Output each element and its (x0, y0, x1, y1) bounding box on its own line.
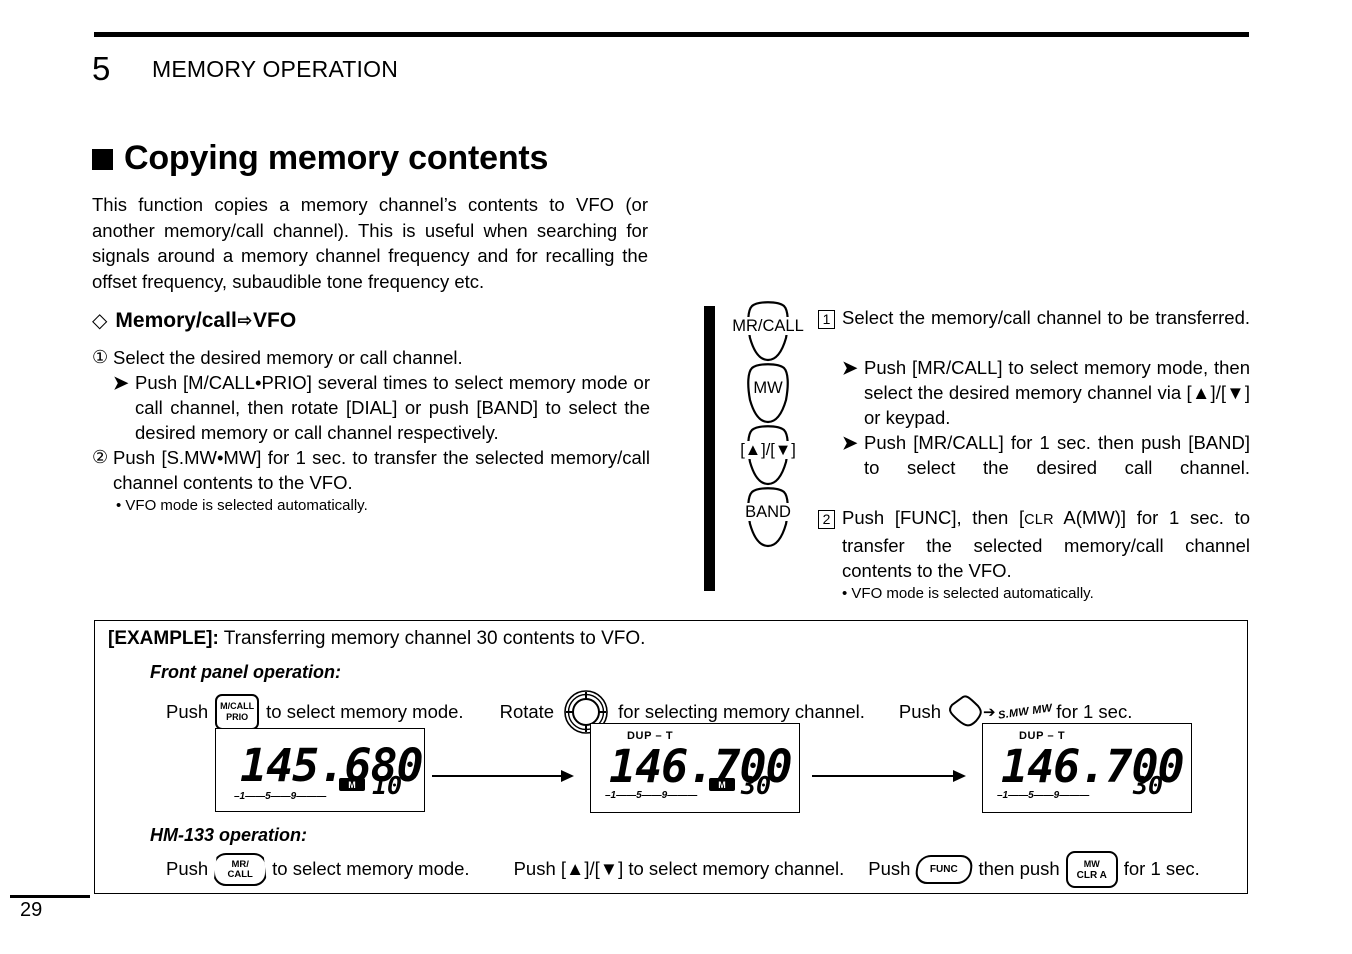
manual-page: 5 MEMORY OPERATION Copying memory conten… (0, 0, 1352, 954)
right-step-2-text-a: Push [FUNC], then [ (842, 507, 1025, 528)
diagram-vertical-bar (704, 306, 715, 591)
hm133-push-2: Push [▲]/[▼] to select memory channel. (513, 858, 845, 880)
func-label: FUNC (930, 863, 959, 875)
step-2-text: Push [S.MW•MW] for 1 sec. to transfer th… (113, 447, 650, 493)
subsection-heading-post: VFO (253, 309, 297, 332)
arrow-bullet-icon: ➤ (842, 357, 858, 378)
step-1-sub-1-text: Push [M/CALL•PRIO] several times to sele… (135, 372, 650, 443)
page-number: 29 (20, 899, 43, 921)
flow-arrow-1-icon (432, 770, 574, 782)
right-step-1-sub-2: ➤ Push [MR/CALL] for 1 sec. then push [B… (842, 430, 1250, 505)
rightwards-arrow-icon: ⇨ (237, 311, 253, 330)
page-title-text: Copying memory contents (124, 139, 549, 177)
example-heading: [EXAMPLE]: Transferring memory channel 3… (108, 629, 645, 648)
key-mr-call: MR/CALL (722, 300, 814, 362)
right-step-2-clr: CLR (1024, 512, 1054, 528)
front-panel-after-2: for selecting memory channel. (618, 700, 865, 722)
right-step-2-number: 2 (818, 505, 842, 583)
right-step-1-text: Select the memory/call channel to be tra… (842, 307, 1250, 328)
lcd-1-smeter: –1——5——9——— (234, 791, 327, 802)
subsection-heading: ◇ Memory/call ⇨ VFO (92, 310, 296, 331)
hm133-push-3: Push (868, 858, 911, 880)
lcd-1-mode-badge: M (339, 778, 365, 791)
hm133-heading: HM-133 operation: (150, 825, 308, 845)
lcd-display-2: DUP – T 146.700 M 30 –1——5——9——— (590, 723, 800, 813)
key-up-down-label: [▲]/[▼] (739, 441, 797, 459)
lcd-display-3: DUP – T 146.700 30 –1——5——9——— (982, 723, 1192, 813)
mr-call-button[interactable]: MR/ CALL (213, 853, 268, 886)
chapter-number: 5 (92, 50, 111, 87)
front-panel-rotate: Rotate (499, 700, 555, 722)
step-1-number: ① (92, 347, 109, 367)
mw-clr-a-button[interactable]: MW CLR A (1065, 851, 1118, 888)
arrow-bullet-icon: ➤ (113, 372, 129, 393)
step-2: ② Push [S.MW•MW] for 1 sec. to transfer … (92, 445, 650, 495)
smw-mw-label: S.MW MW (996, 701, 1053, 722)
right-step-1-sub-2-text: Push [MR/CALL] for 1 sec. then push [BAN… (864, 432, 1250, 478)
right-step-1: 1 Select the memory/call channel to be t… (818, 305, 1250, 355)
lcd-3-smeter: –1——5——9——— (997, 790, 1090, 801)
right-step-2-note: • VFO mode is selected automatically. (842, 585, 1094, 602)
lcd-display-1: 145.680 M 10 –1——5——9——— (215, 728, 425, 812)
step-2-number: ② (92, 447, 109, 467)
intro-paragraph: This function copies a memory channel’s … (92, 194, 648, 292)
mr-call-label-1: MR/ (231, 858, 249, 870)
hm133-push-1: Push (166, 858, 209, 880)
func-button[interactable]: FUNC (914, 855, 975, 884)
lcd-2-smeter: –1——5——9——— (605, 790, 698, 801)
diamond-key-icon (949, 695, 982, 727)
header-rule (94, 32, 1249, 37)
front-panel-after-3: for 1 sec. (1056, 700, 1133, 722)
right-step-1-sub-1: ➤ Push [MR/CALL] to select memory mode, … (842, 355, 1250, 430)
key-band: BAND (722, 486, 814, 548)
front-panel-after-1: to select memory mode. (266, 700, 464, 722)
right-steps: 1 Select the memory/call channel to be t… (818, 305, 1250, 605)
left-steps: ① Select the desired memory or call chan… (92, 345, 650, 517)
mr-call-label-2: CALL (227, 868, 253, 880)
hm133-row: Push MR/ CALL to select memory mode. Pus… (166, 851, 1200, 888)
black-square-icon (92, 149, 113, 171)
example-title: Transferring memory channel 30 contents … (218, 628, 646, 649)
right-step-2: 2 Push [FUNC], then [CLR A(MW)] for 1 se… (818, 505, 1250, 583)
mw-clr-label-2: CLR A (1076, 869, 1107, 881)
lcd-2-channel: 30 (741, 771, 772, 800)
key-mr-call-label: MR/CALL (731, 317, 805, 335)
mcall-prio-label-2: PRIO (226, 712, 249, 722)
key-band-label: BAND (744, 503, 792, 521)
footer-rule (10, 895, 90, 898)
mw-clr-label-1: MW (1083, 858, 1100, 869)
example-label: [EXAMPLE]: (108, 628, 219, 649)
right-step-1-number: 1 (818, 305, 842, 355)
mcall-prio-label-1: M/CALL (220, 701, 255, 711)
step-1-sub-1: ➤ Push [M/CALL•PRIO] several times to se… (113, 370, 650, 445)
key-mw-label: MW (752, 379, 784, 397)
hm133-after-3: for 1 sec. (1123, 858, 1200, 880)
front-panel-heading: Front panel operation: (150, 662, 341, 682)
step-2-note: • VFO mode is selected automatically. (116, 497, 368, 514)
chapter-title: MEMORY OPERATION (152, 56, 399, 82)
step-1: ① Select the desired memory or call chan… (92, 345, 650, 370)
subsection-heading-pre: Memory/call (115, 309, 237, 332)
arrow-bullet-icon: ➤ (842, 432, 858, 453)
key-mw: MW (722, 362, 814, 424)
mcall-prio-button[interactable]: M/CALL PRIO (215, 694, 260, 730)
hm133-mid: then push (978, 858, 1060, 880)
right-step-2-text: Push [FUNC], then [CLR A(MW)] for 1 sec.… (842, 505, 1250, 583)
lcd-3-channel: 30 (1133, 771, 1164, 800)
key-up-down: [▲]/[▼] (722, 424, 814, 486)
front-panel-push-2: Push (898, 700, 942, 722)
diamond-icon: ◇ (92, 309, 108, 332)
lcd-1-channel: 10 (372, 771, 403, 800)
front-panel-push-1: Push (166, 700, 209, 722)
hm133-after-1: to select memory mode. (272, 858, 470, 880)
step-1-text: Select the desired memory or call channe… (113, 347, 463, 368)
page-title: Copying memory contents (92, 139, 549, 177)
lcd-2-mode-badge: M (709, 778, 735, 791)
right-step-1-sub-1-text: Push [MR/CALL] to select memory mode, th… (864, 357, 1250, 428)
flow-arrow-2-icon (812, 770, 966, 782)
keypad-diagram: MR/CALL MW [▲]/[▼] BAND (722, 300, 814, 548)
